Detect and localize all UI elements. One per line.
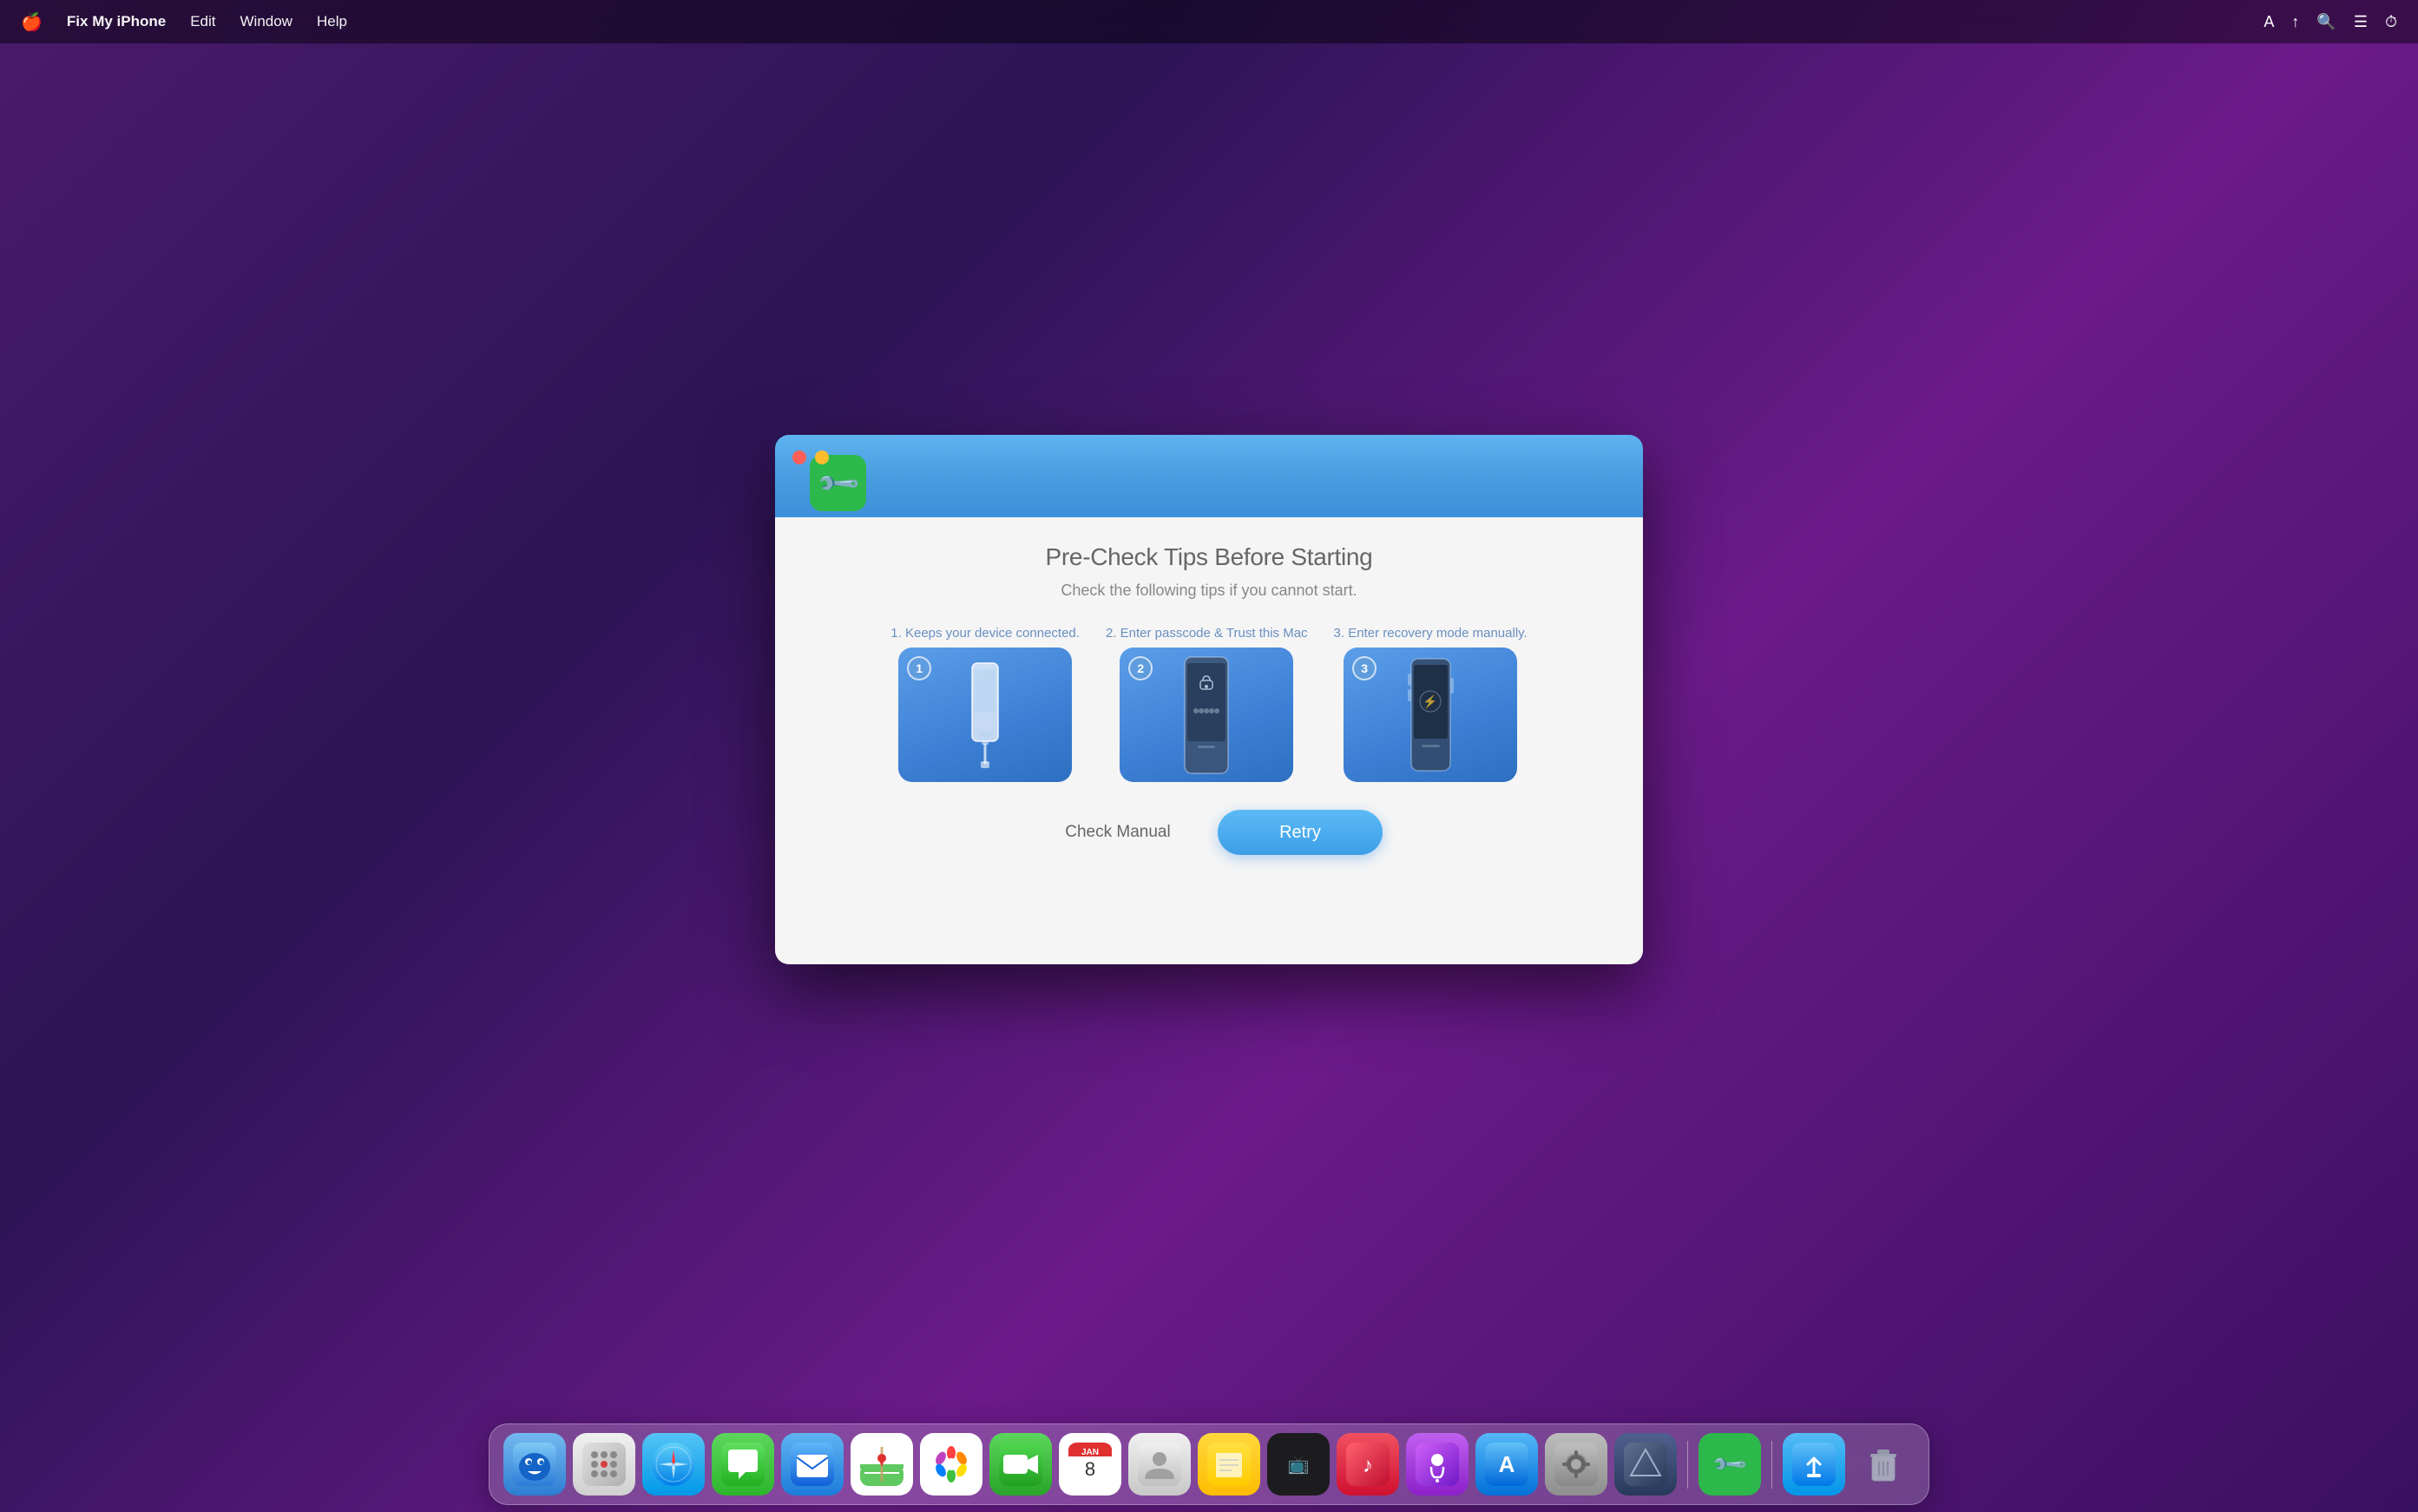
- step-3-label: 3. Enter recovery mode manually.: [1334, 626, 1528, 641]
- dock-item-systemprefs[interactable]: [1545, 1433, 1607, 1496]
- menu-help[interactable]: Help: [317, 13, 347, 30]
- dock-item-music[interactable]: ♪: [1337, 1433, 1399, 1496]
- svg-text:♪: ♪: [1363, 1454, 1373, 1477]
- pre-check-subtitle: Check the following tips if you cannot s…: [1061, 582, 1357, 600]
- dock-item-calendar[interactable]: JAN 8: [1059, 1433, 1121, 1496]
- svg-text:A: A: [1499, 1451, 1515, 1477]
- step-1-label: 1. Keeps your device connected.: [890, 626, 1080, 641]
- dock: JAN 8 📺: [489, 1423, 1929, 1505]
- dock-item-contacts[interactable]: [1128, 1433, 1191, 1496]
- appstore-icon: A: [1485, 1443, 1528, 1486]
- traffic-lights: [792, 450, 829, 464]
- maps-icon: [860, 1443, 903, 1486]
- step-2-badge: 2: [1128, 656, 1153, 680]
- notes-icon: [1207, 1443, 1251, 1486]
- dock-item-maps[interactable]: [851, 1433, 913, 1496]
- retry-button[interactable]: Retry: [1218, 810, 1383, 855]
- menu-edit[interactable]: Edit: [190, 13, 215, 30]
- svg-text:📺: 📺: [1288, 1456, 1310, 1475]
- systemprefs-icon: [1554, 1443, 1598, 1486]
- launchpad-icon: [582, 1443, 626, 1486]
- app-window: 🔧 Pre-Check Tips Before Starting Check t…: [775, 435, 1643, 964]
- dock-item-photos[interactable]: [920, 1433, 982, 1496]
- contacts-icon: [1138, 1443, 1181, 1486]
- safari-icon: [652, 1443, 695, 1486]
- dock-item-finder[interactable]: [503, 1433, 566, 1496]
- calendar-icon: JAN 8: [1068, 1443, 1112, 1486]
- keyboard-icon: A: [2264, 13, 2274, 31]
- dock-item-appstore[interactable]: A: [1475, 1433, 1538, 1496]
- menubar: 🍎 Fix My iPhone Edit Window Help A ↑ 🔍 ☰…: [0, 0, 2418, 43]
- desktop: 🔧 Pre-Check Tips Before Starting Check t…: [0, 43, 2418, 1390]
- menu-window[interactable]: Window: [240, 13, 292, 30]
- step-1: 1. Keeps your device connected. 1: [890, 626, 1080, 782]
- phone-lockscreen-svg: [1172, 654, 1241, 776]
- window-content: Pre-Check Tips Before Starting Check the…: [775, 517, 1643, 964]
- dock-separator: [1687, 1441, 1688, 1489]
- dock-item-mail[interactable]: [781, 1433, 844, 1496]
- step-3-badge: 3: [1352, 656, 1377, 680]
- step-3-image: 3 ⚡: [1344, 648, 1517, 782]
- mail-icon: [791, 1443, 834, 1486]
- messages-icon: [721, 1443, 765, 1486]
- apple3-icon: [1624, 1443, 1667, 1486]
- dock-container: JAN 8 📺: [0, 1390, 2418, 1512]
- music-icon: ♪: [1346, 1443, 1390, 1486]
- dock-item-fixmyiphone[interactable]: 🔧: [1699, 1433, 1761, 1496]
- clock-icon: ⏱: [2385, 13, 2397, 31]
- dock-item-airdrop[interactable]: [1783, 1433, 1845, 1496]
- finder-icon: [513, 1443, 556, 1486]
- dock-item-notes[interactable]: [1198, 1433, 1260, 1496]
- minimize-button[interactable]: [815, 450, 829, 464]
- wrench-icon: 🔧: [814, 459, 862, 507]
- search-icon[interactable]: 🔍: [2316, 13, 2336, 31]
- dock-item-launchpad[interactable]: [573, 1433, 635, 1496]
- svg-text:⚡: ⚡: [1423, 694, 1437, 709]
- step-2-label: 2. Enter passcode & Trust this Mac: [1106, 626, 1308, 641]
- dock-item-safari[interactable]: [642, 1433, 705, 1496]
- buttons-row: Check Manual Retry: [1035, 810, 1383, 855]
- dock-item-trash[interactable]: [1852, 1433, 1915, 1496]
- facetime-icon: [999, 1443, 1042, 1486]
- svg-text:8: 8: [1085, 1458, 1095, 1480]
- dock-item-apple3[interactable]: [1614, 1433, 1677, 1496]
- step-1-badge: 1: [907, 656, 931, 680]
- phone-recovery-svg: ⚡: [1398, 656, 1463, 773]
- dock-item-facetime[interactable]: [989, 1433, 1052, 1496]
- step-3: 3. Enter recovery mode manually. 3 ⚡: [1334, 626, 1528, 782]
- check-manual-button[interactable]: Check Manual: [1035, 810, 1200, 855]
- dock-separator-2: [1771, 1441, 1772, 1489]
- close-button[interactable]: [792, 450, 806, 464]
- menubar-left: 🍎 Fix My iPhone Edit Window Help: [21, 11, 347, 33]
- dock-item-tv[interactable]: 📺: [1267, 1433, 1330, 1496]
- dock-item-messages[interactable]: [712, 1433, 774, 1496]
- control-center-icon[interactable]: ☰: [2354, 13, 2368, 31]
- svg-text:JAN: JAN: [1081, 1448, 1099, 1457]
- phone-connected-svg: [955, 659, 1015, 772]
- window-titlebar: 🔧: [775, 435, 1643, 517]
- steps-container: 1. Keeps your device connected. 1: [890, 626, 1527, 782]
- trash-icon: [1862, 1443, 1905, 1486]
- step-1-image: 1: [898, 648, 1072, 782]
- pre-check-title: Pre-Check Tips Before Starting: [1046, 543, 1373, 571]
- photos-icon: [930, 1443, 973, 1486]
- fixmyiphone-icon: 🔧: [1708, 1443, 1751, 1486]
- airdrop-status-icon: ↑: [2291, 13, 2299, 31]
- step-2-image: 2: [1120, 648, 1293, 782]
- podcasts-icon: [1416, 1443, 1459, 1486]
- step-2: 2. Enter passcode & Trust this Mac 2: [1106, 626, 1308, 782]
- apple-menu[interactable]: 🍎: [21, 11, 43, 33]
- menubar-right: A ↑ 🔍 ☰ ⏱: [2264, 13, 2397, 31]
- airdrop-icon: [1792, 1443, 1836, 1486]
- tv-icon: 📺: [1277, 1443, 1320, 1486]
- dock-item-podcasts[interactable]: [1406, 1433, 1469, 1496]
- menu-app-name[interactable]: Fix My iPhone: [67, 13, 166, 30]
